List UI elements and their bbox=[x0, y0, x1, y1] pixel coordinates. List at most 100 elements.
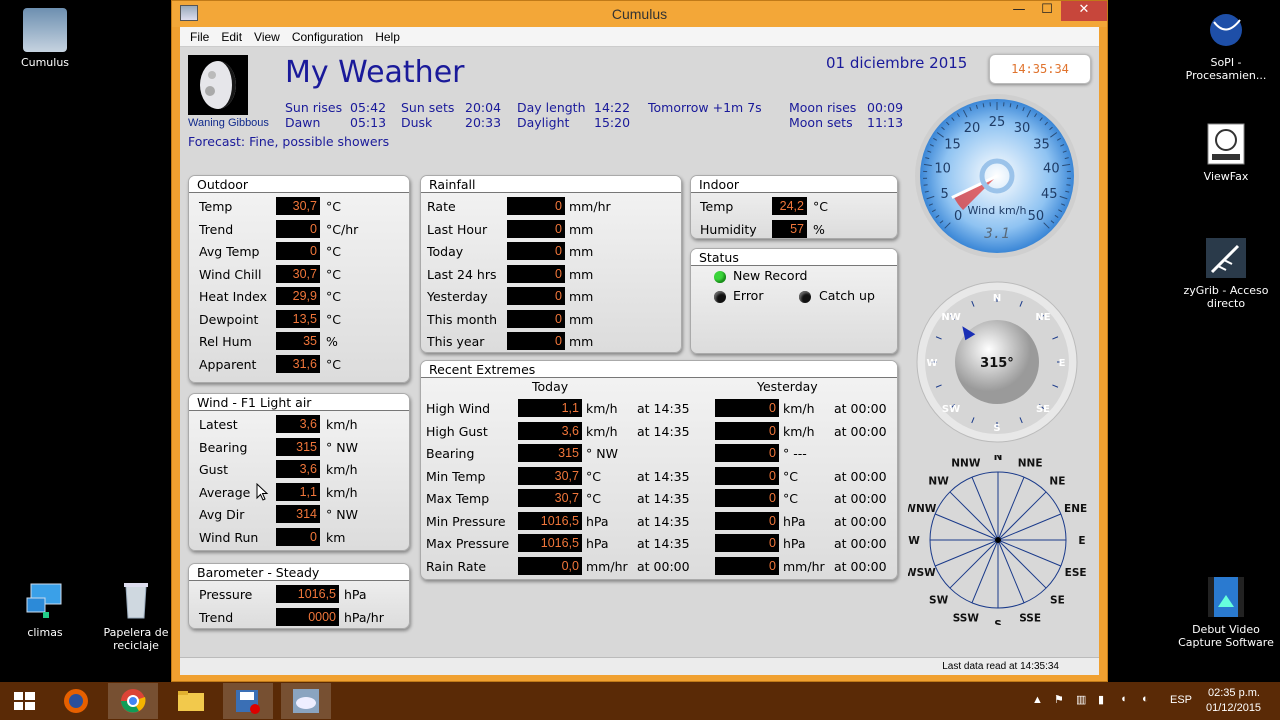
clock-display: 14:35:34 bbox=[989, 54, 1091, 84]
extreme-today-time: at 00:00 bbox=[637, 558, 690, 574]
desktop-icon-debut[interactable]: Debut Video Capture Software bbox=[1176, 575, 1276, 649]
page-title: My Weather bbox=[285, 55, 465, 90]
outdoor-title: Outdoor bbox=[189, 176, 409, 193]
tray-action-center-icon[interactable]: ⚑ bbox=[1054, 693, 1064, 706]
taskbar-chrome[interactable] bbox=[108, 683, 158, 719]
rose-spoke bbox=[997, 491, 1047, 541]
desktop-icon-viewfax[interactable]: ViewFax bbox=[1176, 122, 1276, 183]
day-length-label: Day length bbox=[517, 100, 586, 115]
desktop-icon-label: zyGrib - Acceso directo bbox=[1183, 284, 1269, 310]
desktop-icon-label: Debut Video Capture Software bbox=[1178, 623, 1274, 649]
taskbar-clock-date[interactable]: 01/12/2015 bbox=[1206, 702, 1261, 714]
row-value: 1,1 bbox=[276, 482, 320, 501]
row-unit: °C bbox=[326, 244, 341, 259]
extreme-label: Min Pressure bbox=[426, 513, 506, 529]
row-label: This month bbox=[427, 311, 498, 327]
desktop-icon-label: SoPI - Procesamien... bbox=[1185, 56, 1267, 82]
rose-point-label: NNW bbox=[951, 457, 981, 469]
recycle-bin-icon bbox=[114, 578, 158, 622]
menu-configuration[interactable]: Configuration bbox=[286, 27, 369, 46]
rose-point-label: W bbox=[908, 535, 920, 547]
rose-point-label: SSE bbox=[1019, 613, 1041, 625]
taskbar-clock-time[interactable]: 02:35 p.m. bbox=[1208, 687, 1260, 699]
row-label: Temp bbox=[700, 199, 734, 214]
rose-spoke bbox=[997, 539, 1047, 589]
tray-sound-icon[interactable]: ◖ bbox=[1120, 693, 1127, 705]
wind-title: Wind - F1 Light air bbox=[189, 394, 409, 411]
extreme-today-time: at 14:35 bbox=[637, 536, 690, 551]
compass-point-label: S bbox=[993, 423, 1000, 434]
row-unit: hPa bbox=[344, 587, 367, 602]
row-unit: °C bbox=[326, 266, 341, 282]
menu-view[interactable]: View bbox=[248, 27, 286, 46]
rose-point-label: WNW bbox=[908, 503, 937, 515]
desktop-icon-sopi[interactable]: SoPI - Procesamien... bbox=[1176, 8, 1276, 82]
maximize-button[interactable]: ☐ bbox=[1033, 1, 1061, 21]
extreme-label: Max Pressure bbox=[426, 536, 510, 551]
row-value: 30,7 bbox=[276, 264, 320, 283]
extreme-today-unit: hPa bbox=[586, 536, 609, 551]
minimize-button[interactable]: — bbox=[1005, 1, 1033, 21]
wind-direction-compass: N NE E SE S SW W NW 315° bbox=[916, 281, 1078, 443]
row-label: Yesterday bbox=[427, 289, 488, 304]
daylight-value: 15:20 bbox=[594, 115, 631, 130]
row-value: 0 bbox=[507, 219, 565, 238]
tray-network-icon[interactable]: ▥ bbox=[1076, 693, 1086, 706]
day-length-value: 14:22 bbox=[594, 100, 631, 115]
window-title: Cumulus bbox=[611, 6, 668, 22]
menu-edit[interactable]: Edit bbox=[215, 27, 248, 46]
gauge-tick-label: 30 bbox=[1014, 121, 1031, 136]
row-unit: km/h bbox=[326, 462, 358, 477]
close-button[interactable]: ✕ bbox=[1061, 1, 1107, 21]
yesterday-column-header: Yesterday bbox=[757, 379, 818, 394]
extreme-today-unit: hPa bbox=[586, 513, 609, 529]
row-label: Avg Dir bbox=[199, 507, 245, 522]
row-label: Apparent bbox=[199, 356, 257, 372]
title-bar[interactable]: Cumulus — ☐ ✕ bbox=[172, 1, 1107, 27]
tray-power-icon[interactable]: ▮ bbox=[1098, 693, 1104, 706]
row-unit: °C bbox=[813, 199, 828, 214]
dawn-value: 05:13 bbox=[350, 115, 387, 130]
desktop-icon-climas[interactable]: climas bbox=[0, 578, 95, 639]
desktop-icon-cumulus[interactable]: Cumulus bbox=[0, 8, 95, 69]
row-label: Rel Hum bbox=[199, 334, 252, 349]
start-button[interactable] bbox=[0, 683, 50, 719]
moon-phase-image bbox=[188, 55, 248, 115]
extreme-today-value: 1016,5 bbox=[518, 534, 582, 552]
rose-point-label: SE bbox=[1050, 594, 1065, 606]
taskbar-file-explorer[interactable] bbox=[166, 683, 216, 719]
tray-show-hidden-icon[interactable]: ▲ bbox=[1032, 694, 1043, 706]
extreme-yesterday-value: 0 bbox=[715, 466, 779, 485]
compass-point-label: E bbox=[1059, 358, 1066, 369]
desktop-icon-zygrib[interactable]: zyGrib - Acceso directo bbox=[1176, 236, 1276, 310]
tray-volume-icon[interactable]: ◐ bbox=[1142, 693, 1149, 705]
moon-sets-label: Moon sets bbox=[789, 115, 853, 130]
wind-panel: Wind - F1 Light air Latest 3,6 km/h Bearing… bbox=[188, 393, 410, 551]
status-panel: Status New Record Error Catch up bbox=[690, 248, 898, 354]
chrome-icon bbox=[121, 689, 146, 713]
language-indicator[interactable]: ESP bbox=[1170, 694, 1192, 706]
rose-point-label: E bbox=[1078, 535, 1085, 547]
extreme-yesterday-unit: °C bbox=[783, 468, 798, 484]
row-value: 13,5 bbox=[276, 309, 320, 328]
extreme-today-time: at 14:35 bbox=[637, 468, 690, 484]
extreme-yesterday-unit: °C bbox=[783, 491, 798, 506]
rose-point-label: N bbox=[994, 455, 1003, 463]
taskbar-firefox[interactable] bbox=[51, 683, 101, 719]
extreme-label: High Wind bbox=[426, 401, 491, 416]
row-label: Rate bbox=[427, 199, 456, 214]
row-label: Trend bbox=[199, 221, 234, 237]
extreme-today-value: 1016,5 bbox=[518, 511, 582, 530]
taskbar-cumulus[interactable] bbox=[281, 683, 331, 719]
extreme-yesterday-time: at 00:00 bbox=[834, 558, 887, 574]
menu-file[interactable]: File bbox=[184, 27, 215, 46]
menu-help[interactable]: Help bbox=[369, 27, 406, 46]
row-label: Average bbox=[199, 484, 251, 500]
taskbar-debut[interactable] bbox=[223, 683, 273, 719]
moon-sets-value: 11:13 bbox=[867, 115, 904, 130]
extremes-panel: Recent Extremes Today Yesterday High Win… bbox=[420, 360, 898, 580]
extreme-yesterday-time: at 00:00 bbox=[834, 401, 887, 416]
rose-spoke bbox=[949, 539, 999, 589]
error-label: Error bbox=[733, 288, 764, 303]
tomorrow-diff: Tomorrow +1m 7s bbox=[648, 100, 762, 115]
